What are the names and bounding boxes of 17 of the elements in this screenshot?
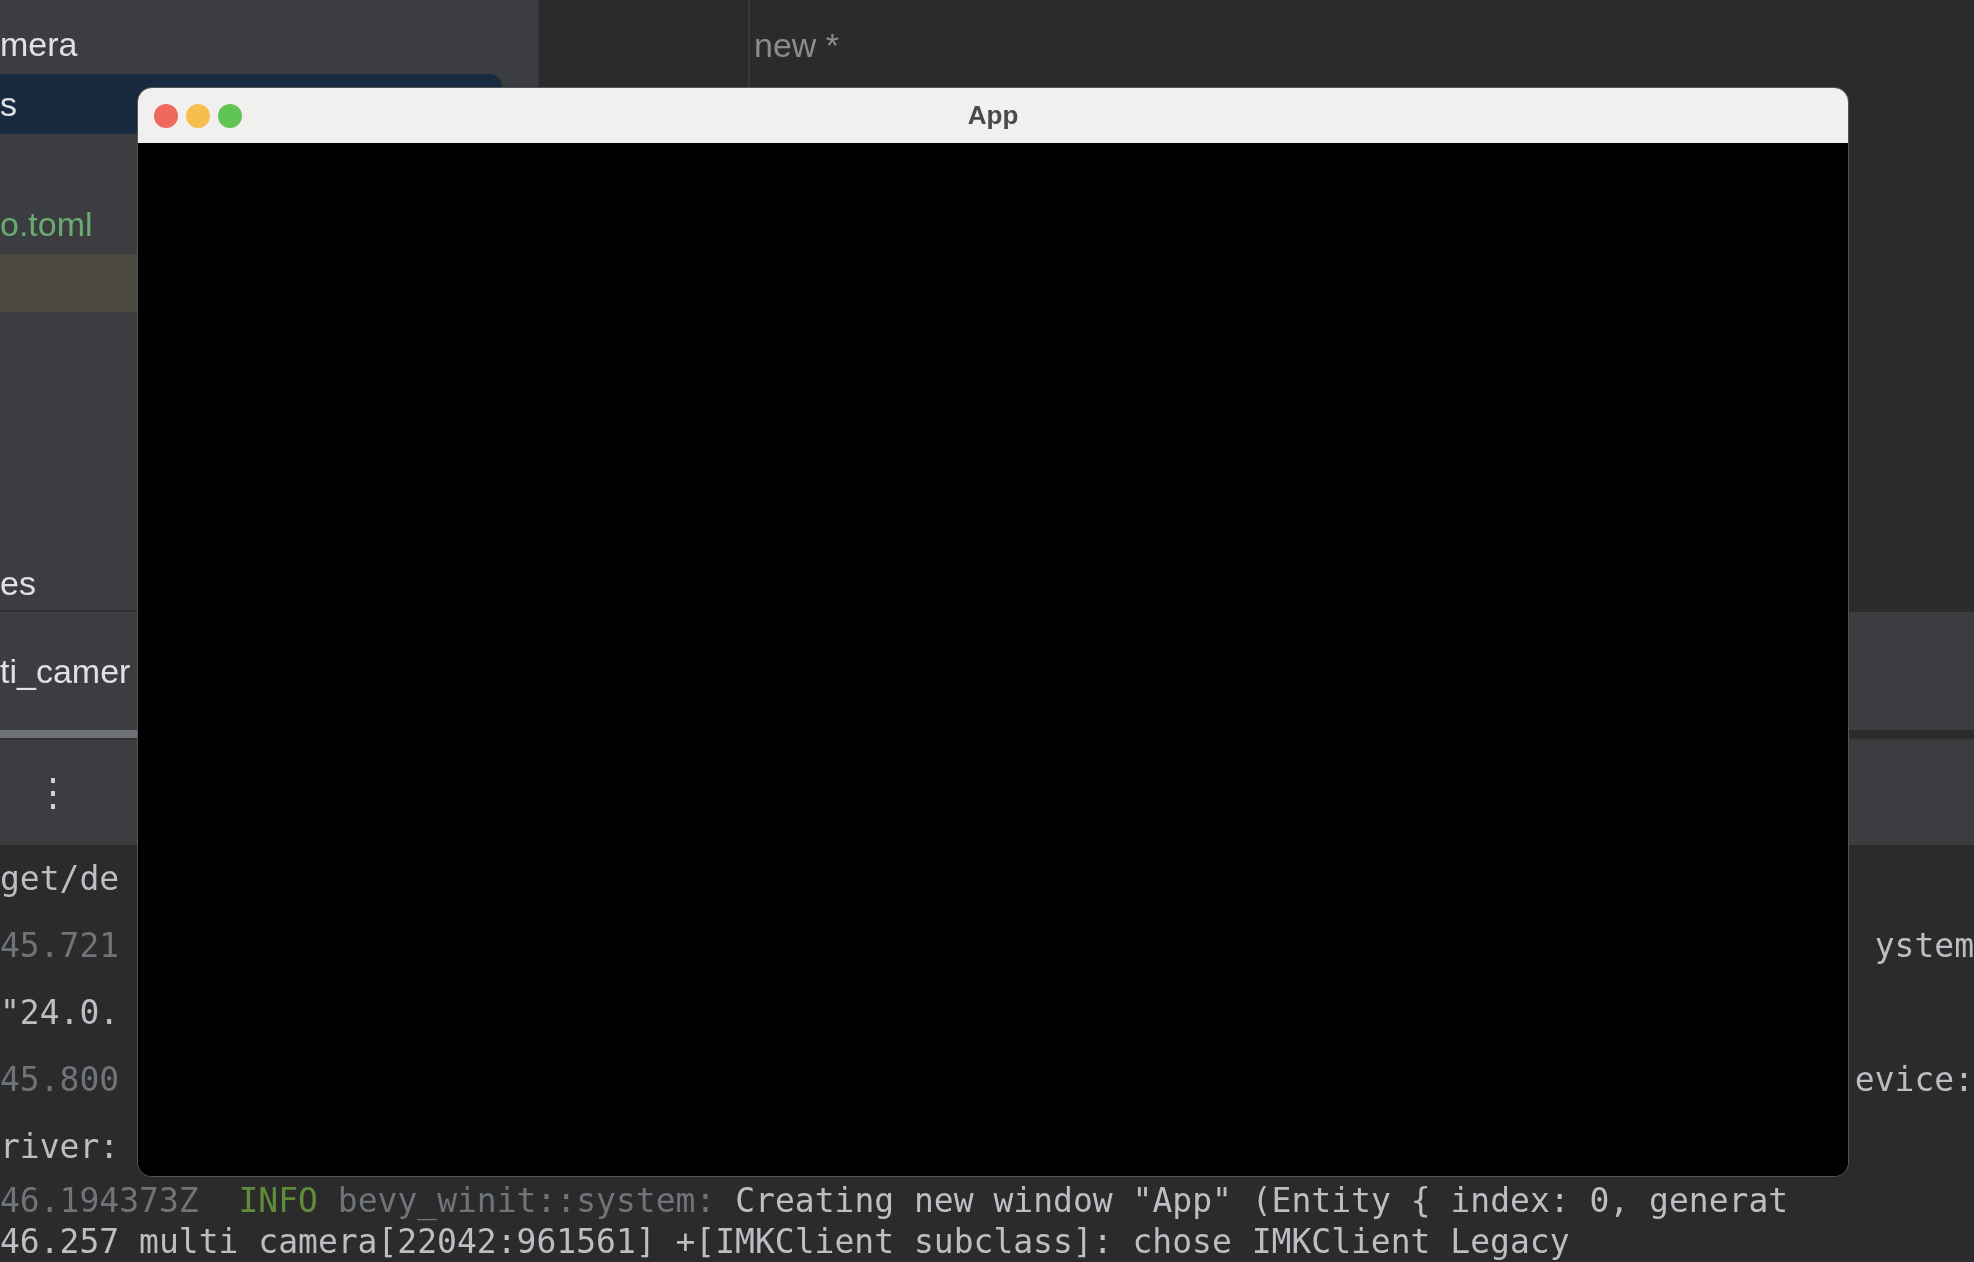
run-config-tab[interactable]: ti_camer [0, 612, 131, 730]
console-text: river: [0, 1126, 120, 1168]
more-button[interactable]: ⋮ [28, 773, 78, 812]
window-title: App [967, 99, 1019, 132]
console-text: 45.800 [0, 1059, 120, 1101]
console-text: evice: [1854, 1059, 1974, 1101]
close-icon[interactable] [154, 103, 178, 128]
tree-item[interactable]: mera [0, 14, 538, 74]
log-line: 46.194373Z INFO bevy_winit::system: Creating new window "App" (Entity { index: 0, generat [0, 1180, 1790, 1221]
console-text: "24.0. [0, 992, 120, 1034]
console-text: 45.721 [0, 925, 120, 967]
console-text: 46.257 multi camera[22042:961561] +[IMKClient subclass]: chose IMKClient Legacy [0, 1221, 1571, 1262]
editor-tab[interactable]: new * [750, 0, 1974, 71]
console-text: get/de [0, 858, 120, 900]
console-text: ystem [1874, 925, 1974, 967]
minimize-icon[interactable] [186, 103, 210, 128]
zoom-icon[interactable] [218, 103, 242, 128]
